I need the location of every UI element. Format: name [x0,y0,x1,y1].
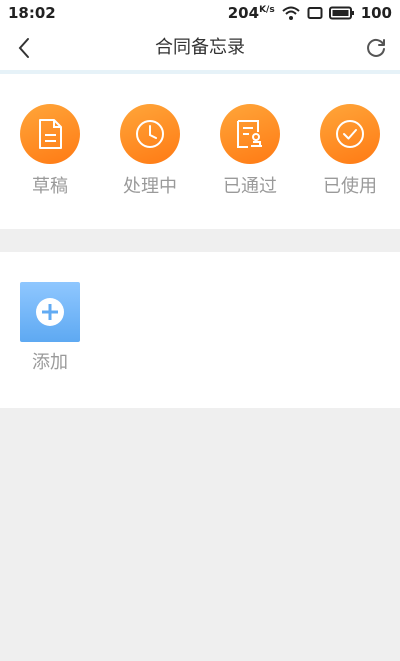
add-icon-box [20,282,80,342]
page-title: 合同备忘录 [155,37,245,58]
status-item-used[interactable]: 已使用 [310,104,390,198]
check-circle-icon [320,104,380,164]
status-label-processing: 处理中 [123,176,177,197]
refresh-icon [367,38,385,57]
battery-level: 100 [360,4,392,22]
status-item-approved[interactable]: 已通过 [210,104,290,198]
add-label: 添加 [32,352,68,373]
status-indicators: 204K/s 100 [228,4,392,22]
status-time: 18:02 [8,4,56,22]
app-header: 合同备忘录 [0,26,400,74]
network-speed: 204K/s [227,4,275,22]
status-item-processing[interactable]: 处理中 [110,104,190,198]
action-section: 添加 [0,252,400,408]
status-label-approved: 已通过 [223,176,277,197]
wifi-icon [281,5,301,21]
add-button[interactable]: 添加 [20,282,80,374]
contract-status-grid: 草稿 处理中 已通过 已使用 [0,74,400,229]
plus-circle-icon [36,298,64,326]
clock-icon [120,104,180,164]
battery-icon [328,6,355,20]
status-label-draft: 草稿 [32,176,68,197]
status-label-used: 已使用 [323,176,377,197]
status-item-draft[interactable]: 草稿 [10,104,90,198]
network-speed-unit: K/s [259,5,275,15]
approved-stamp-icon [220,104,280,164]
refresh-button[interactable] [362,34,390,62]
status-bar: 18:02 204K/s 100 [0,0,400,26]
draft-document-icon [20,104,80,164]
screen-icon [307,6,323,20]
